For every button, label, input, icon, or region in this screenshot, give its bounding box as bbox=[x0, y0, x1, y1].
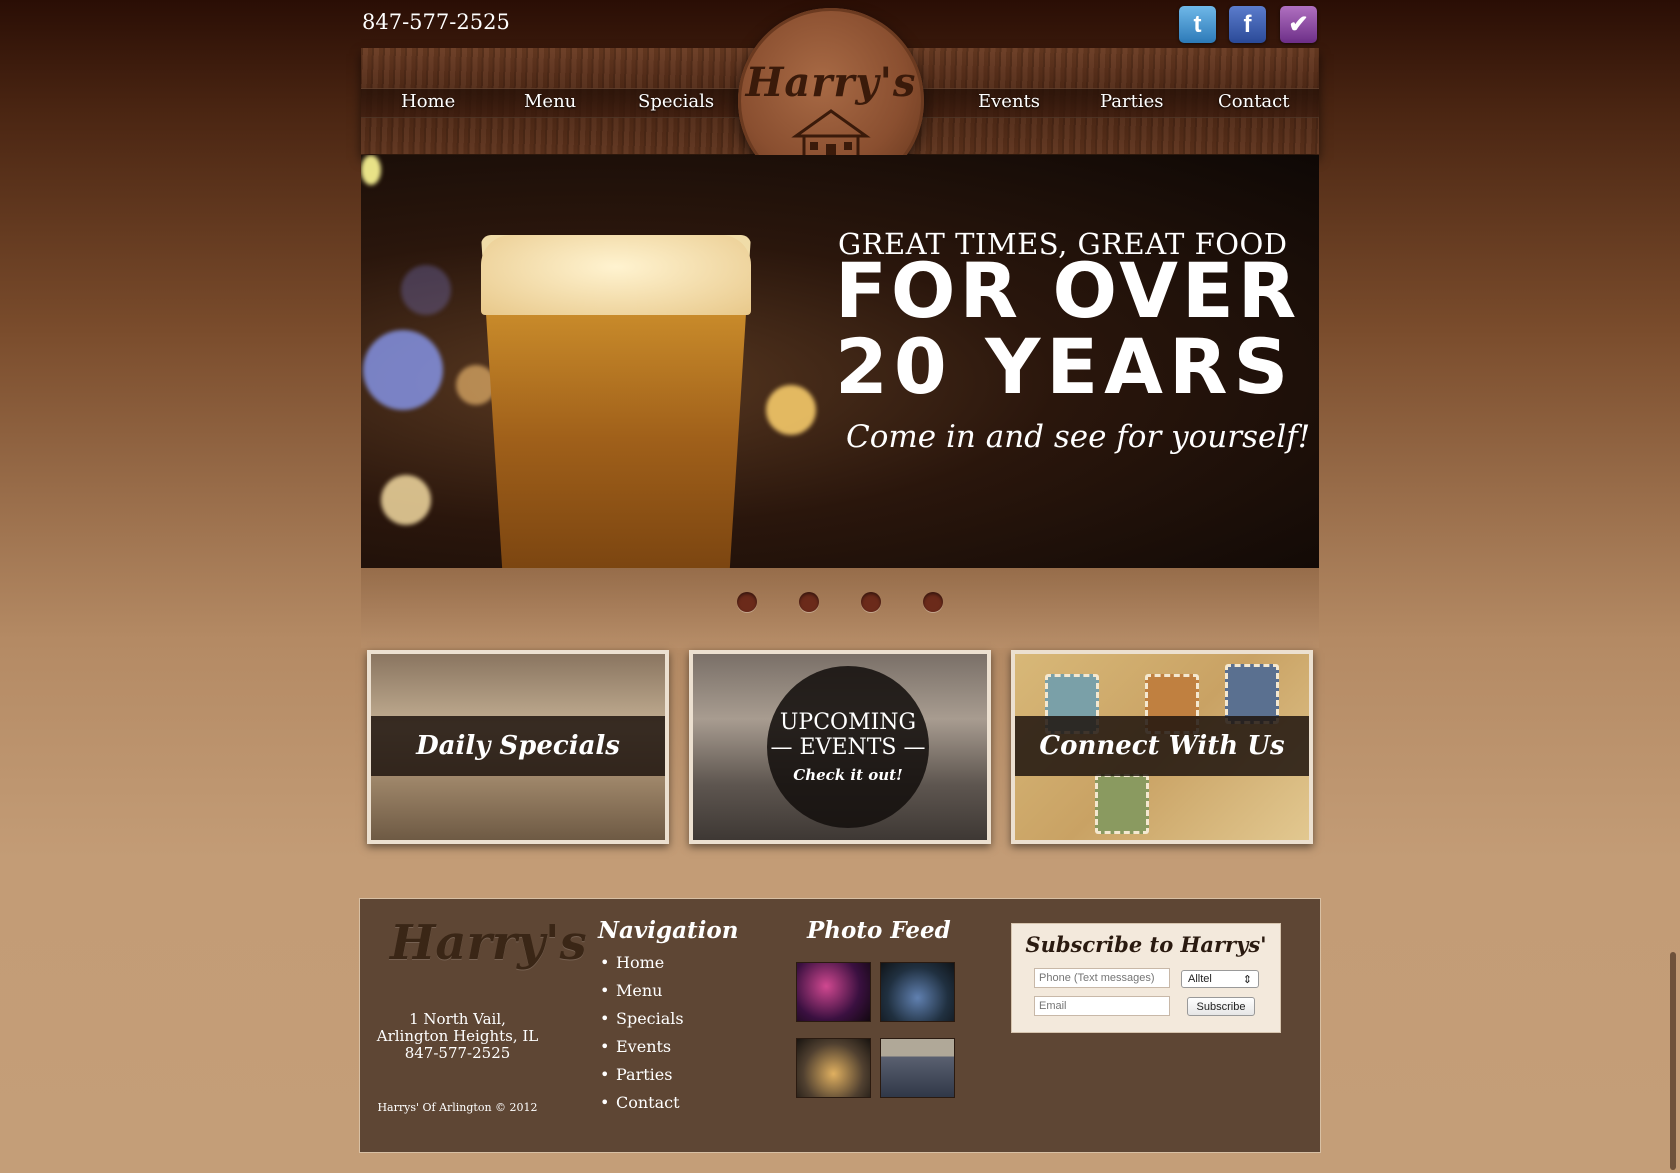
hero-slide: GREAT TIMES, GREAT FOOD FOR OVER 20 YEAR… bbox=[361, 155, 1319, 568]
footer-nav-contact[interactable]: Contact bbox=[598, 1093, 684, 1121]
photo-feed-thumb[interactable] bbox=[796, 962, 871, 1022]
daily-specials-label: Daily Specials bbox=[416, 731, 620, 761]
slider-dot-3[interactable] bbox=[861, 592, 881, 612]
subscribe-box: Subscribe to Harrys' Alltel ⇕ Subscribe bbox=[1011, 923, 1281, 1033]
twitter-icon[interactable]: t bbox=[1179, 6, 1216, 43]
footer-nav-menu[interactable]: Menu bbox=[598, 981, 684, 1009]
footer-copyright: Harrys' Of Arlington © 2012 bbox=[377, 1101, 538, 1114]
events-label-line2: — EVENTS — bbox=[770, 735, 926, 760]
nav-parties[interactable]: Parties bbox=[1100, 91, 1164, 112]
address-line-1: 1 North Vail, bbox=[409, 1010, 506, 1028]
photo-feed-heading: Photo Feed bbox=[807, 917, 951, 944]
nav-contact[interactable]: Contact bbox=[1218, 91, 1289, 112]
carrier-select[interactable]: Alltel ⇕ bbox=[1181, 970, 1259, 988]
nav-specials[interactable]: Specials bbox=[638, 91, 714, 112]
bokeh-light bbox=[381, 475, 431, 525]
beer-foam bbox=[481, 235, 751, 315]
nav-menu[interactable]: Menu bbox=[524, 91, 576, 112]
footer-nav-specials[interactable]: Specials bbox=[598, 1009, 684, 1037]
slider-dot-1[interactable] bbox=[737, 592, 757, 612]
upcoming-events-card[interactable]: UPCOMING — EVENTS — Check it out! bbox=[689, 650, 991, 844]
subscribe-button[interactable]: Subscribe bbox=[1187, 997, 1255, 1016]
bokeh-light bbox=[363, 330, 443, 410]
address-line-2: Arlington Heights, IL bbox=[376, 1027, 539, 1045]
twitter-glyph: t bbox=[1193, 10, 1202, 38]
footer: Harry's 1 North Vail, Arlington Heights,… bbox=[359, 898, 1321, 1153]
footer-nav-parties[interactable]: Parties bbox=[598, 1065, 684, 1093]
navigation-heading: Navigation bbox=[598, 917, 739, 944]
connect-label: Connect With Us bbox=[1039, 731, 1285, 761]
footer-nav-events[interactable]: Events bbox=[598, 1037, 684, 1065]
connect-card[interactable]: Connect With Us bbox=[1011, 650, 1313, 844]
daily-specials-card[interactable]: Daily Specials bbox=[367, 650, 669, 844]
photo-feed-thumb[interactable] bbox=[796, 1038, 871, 1098]
hero-tagline: Come in and see for yourself! bbox=[846, 419, 1311, 455]
events-label-line1: UPCOMING bbox=[779, 710, 917, 735]
bokeh-light bbox=[766, 385, 816, 435]
photo-feed-thumb[interactable] bbox=[880, 962, 955, 1022]
facebook-stamp-icon bbox=[1225, 664, 1279, 724]
footer-nav-list: Home Menu Specials Events Parties Contac… bbox=[598, 953, 684, 1121]
email-input[interactable] bbox=[1034, 996, 1170, 1016]
foursquare-glyph: ✔ bbox=[1288, 11, 1309, 38]
hero-headline-large-1: FOR OVER bbox=[835, 246, 1301, 335]
scrollbar-thumb[interactable] bbox=[1670, 952, 1676, 1170]
footer-logo: Harry's bbox=[390, 915, 587, 971]
foursquare-icon[interactable]: ✔ bbox=[1280, 6, 1317, 43]
subscribe-title: Subscribe to Harrys' bbox=[1025, 932, 1267, 957]
slider-dot-2[interactable] bbox=[799, 592, 819, 612]
connect-banner: Connect With Us bbox=[1015, 716, 1309, 776]
facebook-icon[interactable]: f bbox=[1229, 6, 1266, 43]
social-stamp-icon bbox=[1095, 774, 1149, 834]
footer-nav-home[interactable]: Home bbox=[598, 953, 684, 981]
events-circle: UPCOMING — EVENTS — Check it out! bbox=[767, 666, 929, 828]
carrier-selected: Alltel bbox=[1188, 973, 1212, 985]
footer-address: 1 North Vail, Arlington Heights, IL 847-… bbox=[370, 1011, 545, 1062]
photo-feed-thumb[interactable] bbox=[880, 1038, 955, 1098]
header-phone: 847-577-2525 bbox=[362, 10, 510, 34]
select-arrows-icon: ⇕ bbox=[1242, 973, 1252, 986]
events-cta: Check it out! bbox=[793, 766, 903, 784]
facebook-glyph: f bbox=[1243, 10, 1252, 38]
footer-phone: 847-577-2525 bbox=[404, 1044, 511, 1062]
nav-home[interactable]: Home bbox=[401, 91, 455, 112]
logo-wordmark: Harry's bbox=[745, 58, 917, 106]
hero-headline-large-2: 20 YEARS bbox=[835, 322, 1295, 411]
phone-input[interactable] bbox=[1034, 968, 1170, 988]
bokeh-light bbox=[361, 155, 381, 185]
bokeh-light bbox=[401, 265, 451, 315]
nav-events[interactable]: Events bbox=[978, 91, 1040, 112]
slider-dot-4[interactable] bbox=[923, 592, 943, 612]
daily-specials-banner: Daily Specials bbox=[371, 716, 665, 776]
slider-controls bbox=[361, 568, 1319, 648]
